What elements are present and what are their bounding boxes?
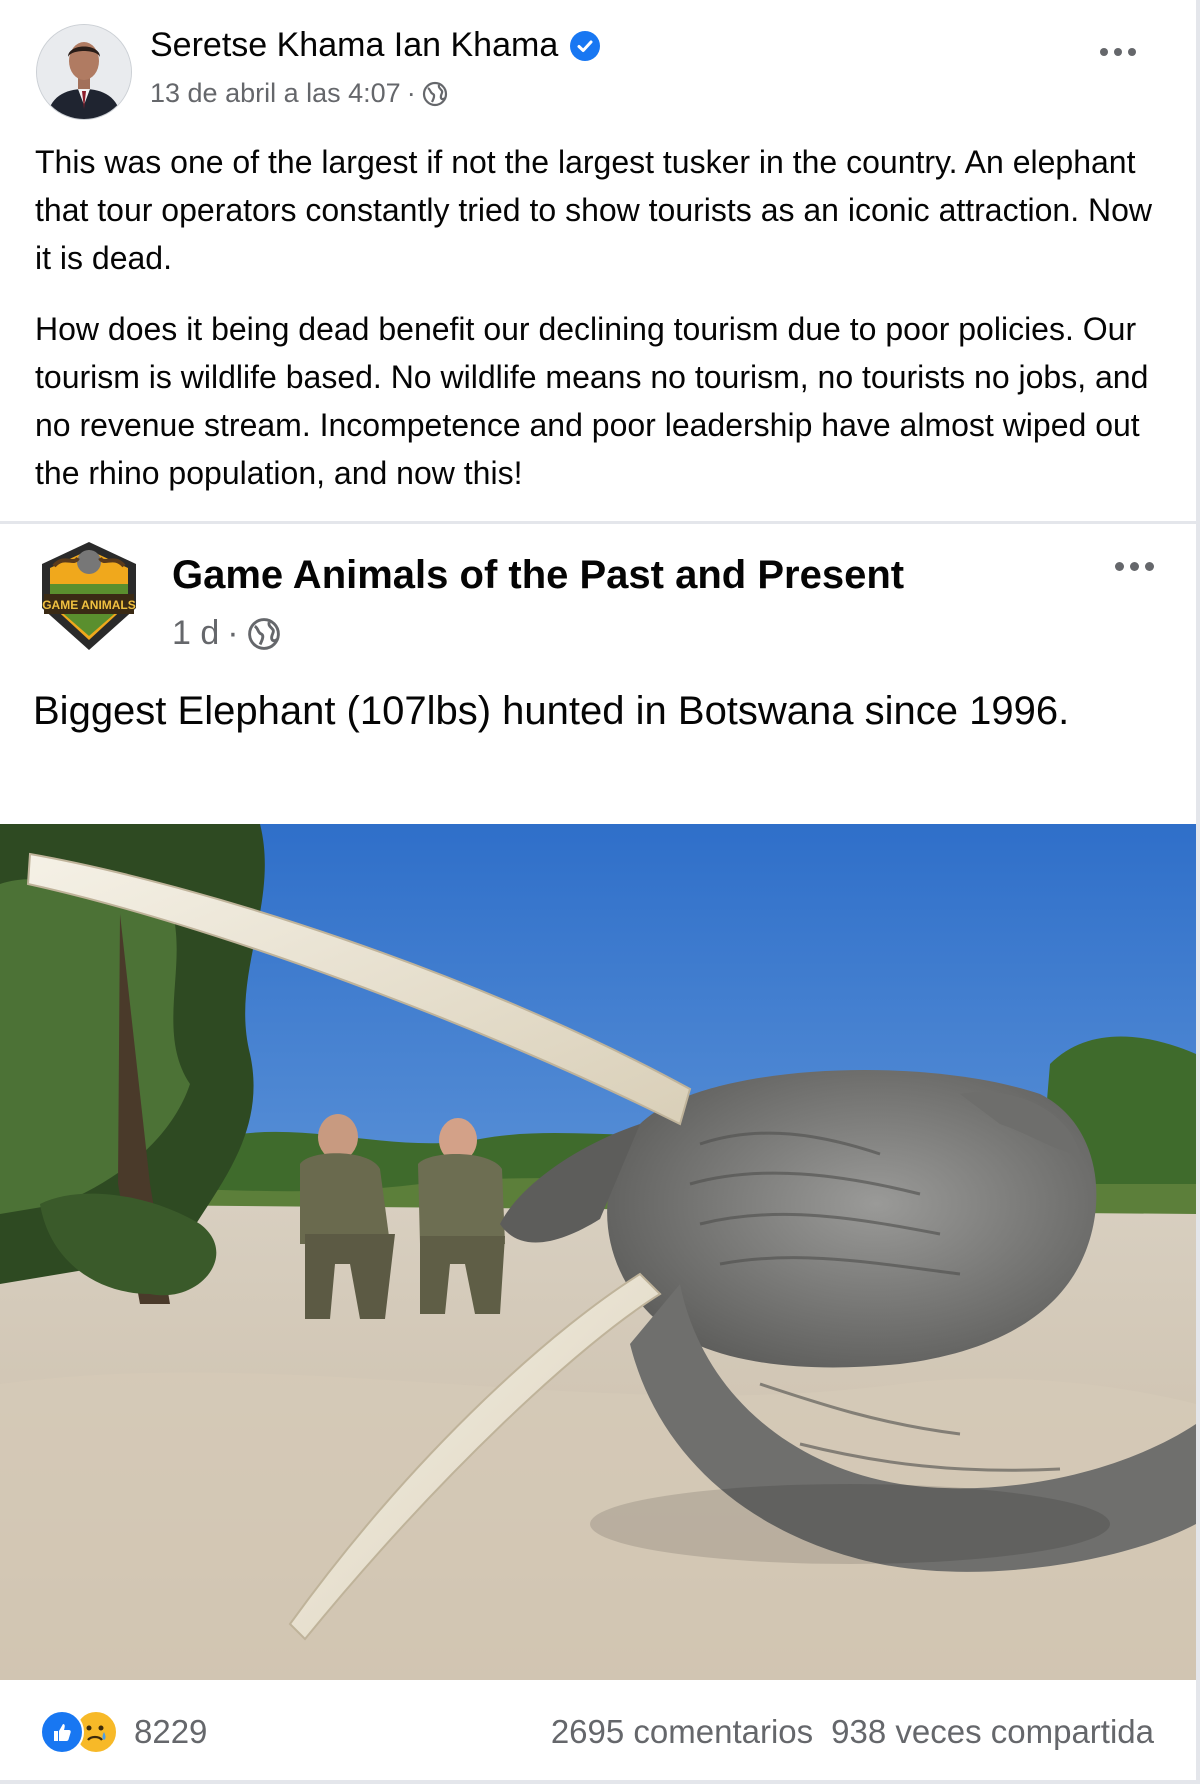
- author-name-text[interactable]: Seretse Khama Ian Khama: [150, 26, 558, 65]
- globe-icon: [422, 81, 447, 106]
- shared-page-name[interactable]: Game Animals of the Past and Present: [172, 553, 904, 598]
- comments-count[interactable]: 2695 comentarios: [551, 1713, 813, 1751]
- reaction-count[interactable]: 8229: [134, 1713, 207, 1751]
- post-paragraph-2: How does it being dead benefit our decli…: [35, 311, 1149, 491]
- more-options-icon[interactable]: [1100, 48, 1136, 56]
- post-stats: 2695 comentarios 938 veces compartida: [551, 1713, 1154, 1751]
- reactions-summary[interactable]: 8229: [40, 1710, 207, 1754]
- page-logo[interactable]: GAME ANIMALS: [34, 536, 144, 656]
- shared-more-options-icon[interactable]: [1115, 562, 1154, 571]
- shared-timestamp[interactable]: 1 d: [172, 614, 219, 653]
- shared-post-text: Biggest Elephant (107lbs) hunted in Bots…: [33, 689, 1070, 733]
- author-name[interactable]: Seretse Khama Ian Khama: [150, 26, 601, 65]
- divider: [0, 521, 1196, 524]
- globe-icon: [247, 617, 280, 650]
- facebook-post: Seretse Khama Ian Khama 13 de abril a la…: [0, 0, 1200, 1784]
- shared-meta: 1 d ·: [172, 614, 281, 653]
- footer-divider: [0, 1780, 1196, 1784]
- post-meta: 13 de abril a las 4:07 ·: [150, 78, 448, 109]
- post-photo[interactable]: [0, 824, 1196, 1680]
- shares-count[interactable]: 938 veces compartida: [831, 1713, 1154, 1751]
- post-paragraph-1: This was one of the largest if not the l…: [35, 144, 1152, 276]
- like-reaction-icon: [40, 1710, 84, 1754]
- post-timestamp[interactable]: 13 de abril a las 4:07: [150, 78, 401, 109]
- meta-separator: ·: [406, 78, 416, 108]
- verified-badge-icon: [570, 30, 601, 61]
- shared-meta-separator: ·: [227, 614, 239, 652]
- logo-text: GAME ANIMALS: [42, 598, 136, 612]
- author-avatar[interactable]: [36, 24, 132, 120]
